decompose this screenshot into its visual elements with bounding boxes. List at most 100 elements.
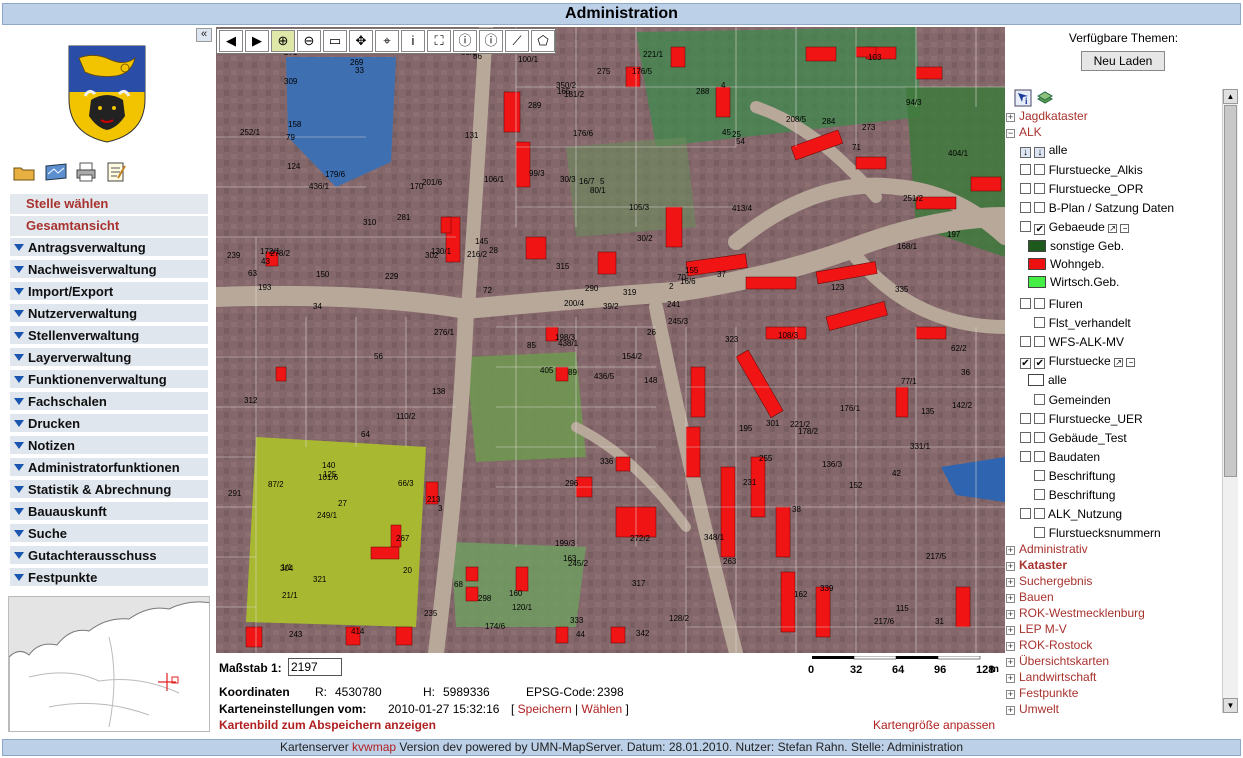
menu-item[interactable]: Drucken xyxy=(10,414,208,434)
query-checkbox[interactable] xyxy=(1020,202,1031,213)
visibility-checkbox[interactable] xyxy=(1034,413,1046,424)
overview-map[interactable] xyxy=(8,596,210,732)
menu-item[interactable]: Notizen xyxy=(10,436,208,456)
query-checkbox[interactable] xyxy=(1020,336,1031,347)
layer-tree-scrollbar[interactable]: ▲ ▼ xyxy=(1222,89,1238,713)
query-checkbox[interactable]: ✔ xyxy=(1020,358,1031,369)
layer-row[interactable]: WFS-ALK-MV xyxy=(1020,333,1124,351)
layer-row[interactable]: ALK_Nutzung xyxy=(1020,505,1122,523)
visibility-checkbox[interactable]: ✔ xyxy=(1034,358,1046,369)
visibility-checkbox[interactable] xyxy=(1034,336,1046,347)
layer-row[interactable]: Baudaten xyxy=(1020,448,1100,466)
visibility-checkbox[interactable] xyxy=(1034,527,1046,538)
zoom-out-icon[interactable]: ⊖ xyxy=(297,30,321,52)
layer-row[interactable]: Beschriftung xyxy=(1020,467,1115,485)
layer-row[interactable]: Gemeinden xyxy=(1020,391,1111,409)
expand-icon[interactable]: + xyxy=(1006,594,1015,603)
menu-item[interactable]: Nachweisverwaltung xyxy=(10,260,208,280)
map-layers-icon[interactable] xyxy=(44,160,68,184)
query-checkbox[interactable] xyxy=(1020,164,1031,175)
layer-row[interactable]: ✔ ✔ Flurstuecke ↗ − xyxy=(1020,352,1136,370)
theme-alk[interactable]: − ALK xyxy=(1006,123,1042,141)
visibility-checkbox[interactable] xyxy=(1034,164,1046,175)
map-view[interactable]: 436/5 436/1 438/1 1/1 2 3 4 5 25 26 33 31 34 404/1 405… xyxy=(216,27,1005,653)
scale-input[interactable] xyxy=(288,658,342,676)
query-checkbox[interactable] xyxy=(1020,183,1031,194)
menu-item[interactable]: Funktionenverwaltung xyxy=(10,370,208,390)
layer-row[interactable]: Gebäude_Test xyxy=(1020,429,1127,447)
menu-item[interactable]: Gutachterausschuss xyxy=(10,546,208,566)
query-checkbox[interactable] xyxy=(1020,432,1031,443)
layer-row[interactable]: Flurstuecke_Alkis xyxy=(1020,161,1143,179)
select-all-down-icon[interactable]: ↓ xyxy=(1020,147,1031,158)
info-icon[interactable]: i xyxy=(401,30,425,52)
zoom-extent-icon[interactable]: ▭ xyxy=(323,30,347,52)
menu-item[interactable]: Statistik & Abrechnung xyxy=(10,480,208,500)
expand-icon[interactable]: + xyxy=(1006,626,1015,635)
scroll-up-icon[interactable]: ▲ xyxy=(1223,89,1238,104)
collapse-icon[interactable]: − xyxy=(1120,224,1130,233)
expand-icon[interactable]: + xyxy=(1006,610,1015,619)
folder-icon[interactable] xyxy=(12,160,36,184)
visibility-checkbox[interactable] xyxy=(1034,317,1046,328)
expand-icon[interactable]: + xyxy=(1006,658,1015,667)
layer-row[interactable]: Flurstuecke_UER xyxy=(1020,410,1143,428)
expand-icon[interactable]: + xyxy=(1006,674,1015,683)
export-map-image-link[interactable]: Kartenbild zum Abspeichern anzeigen xyxy=(219,718,436,732)
scroll-thumb[interactable] xyxy=(1224,105,1237,477)
query-checkbox[interactable] xyxy=(1020,413,1031,424)
menu-item[interactable]: Festpunkte xyxy=(10,568,208,588)
notes-icon[interactable] xyxy=(104,160,128,184)
collapse-icon[interactable]: − xyxy=(1126,358,1136,367)
query-checkbox[interactable] xyxy=(1020,221,1031,232)
scroll-down-icon[interactable]: ▼ xyxy=(1223,698,1238,713)
layer-row[interactable]: Flst_verhandelt xyxy=(1020,314,1131,332)
visibility-checkbox[interactable] xyxy=(1034,183,1046,194)
expand-icon[interactable]: + xyxy=(1006,562,1015,571)
layer-row[interactable]: Fluren xyxy=(1020,295,1083,313)
recenter-icon[interactable]: ⌖ xyxy=(375,30,399,52)
menu-item[interactable]: Layerverwaltung xyxy=(10,348,208,368)
print-icon[interactable] xyxy=(74,160,98,184)
expand-icon[interactable]: + xyxy=(1006,706,1015,715)
menu-item[interactable]: Nutzerverwaltung xyxy=(10,304,208,324)
menu-item[interactable]: Stellenverwaltung xyxy=(10,326,208,346)
menu-item[interactable]: Fachschalen xyxy=(10,392,208,412)
reload-button[interactable]: Neu Laden xyxy=(1081,51,1165,71)
arrow-right-icon[interactable]: ▶ xyxy=(245,30,269,52)
visibility-checkbox[interactable] xyxy=(1034,298,1046,309)
visibility-checkbox[interactable] xyxy=(1034,470,1046,481)
visibility-checkbox[interactable]: ✔ xyxy=(1034,224,1046,235)
visibility-checkbox[interactable] xyxy=(1034,394,1046,405)
menu-item[interactable]: Suche xyxy=(10,524,208,544)
menu-item[interactable]: Antragsverwaltung xyxy=(10,238,208,258)
arrow-left-icon[interactable]: ◀ xyxy=(219,30,243,52)
map-canvas[interactable]: 436/5436/1438/11/123452526333134404/1405… xyxy=(216,27,1005,653)
menu-item[interactable]: Administratorfunktionen xyxy=(10,458,208,478)
visibility-checkbox[interactable] xyxy=(1034,508,1046,519)
query-checkbox[interactable] xyxy=(1020,508,1031,519)
expand-icon[interactable]: + xyxy=(1006,578,1015,587)
expand-icon[interactable]: + xyxy=(1006,113,1015,122)
expand-icon[interactable]: + xyxy=(1006,690,1015,699)
polygon-icon[interactable]: ⬠ xyxy=(531,30,555,52)
collapse-icon[interactable]: − xyxy=(1006,129,1015,138)
external-link-icon[interactable]: ↗ xyxy=(1108,224,1118,233)
kvwmap-link[interactable]: kvwmap xyxy=(352,740,396,754)
expand-icon[interactable]: + xyxy=(1006,642,1015,651)
save-link[interactable]: Speichern xyxy=(518,702,572,716)
zoom-in-icon[interactable]: ⊕ xyxy=(271,30,295,52)
measure-icon[interactable]: ⟋ xyxy=(505,30,529,52)
point-info-icon[interactable]: ⓘ xyxy=(479,30,503,52)
visibility-checkbox[interactable] xyxy=(1034,432,1046,443)
query-info-icon[interactable]: ⓘ xyxy=(453,30,477,52)
external-link-icon[interactable]: ↗ xyxy=(1114,358,1124,367)
query-checkbox[interactable] xyxy=(1020,298,1031,309)
visibility-checkbox[interactable] xyxy=(1034,202,1046,213)
select-link[interactable]: Wählen xyxy=(582,702,623,716)
menu-item[interactable]: Import/Export xyxy=(10,282,208,302)
resize-map-link[interactable]: Kartengröße anpassen xyxy=(873,718,995,732)
layer-row[interactable]: B-Plan / Satzung Daten xyxy=(1020,199,1174,217)
visibility-checkbox[interactable] xyxy=(1034,489,1046,500)
layer-row[interactable]: Flurstuecke_OPR xyxy=(1020,180,1143,198)
